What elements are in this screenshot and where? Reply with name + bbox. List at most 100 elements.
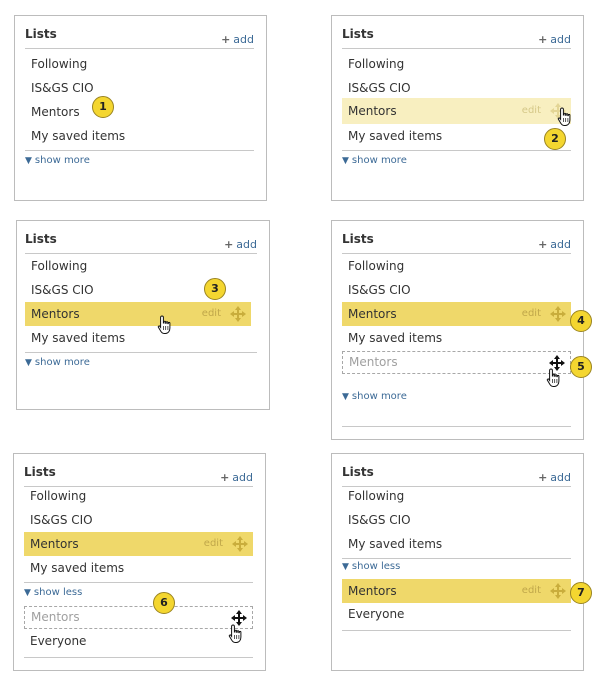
divider [342, 630, 571, 631]
lists-title: Lists [25, 27, 57, 41]
step-badge-2: 2 [544, 128, 566, 150]
triangle-down-icon: ▼ [342, 156, 349, 166]
list-item-everyone[interactable]: Everyone [342, 602, 571, 626]
move-icon[interactable] [231, 535, 249, 553]
item-label: Mentors [348, 584, 397, 598]
lists-header: Lists + add [342, 231, 571, 254]
list-item-everyone[interactable]: Everyone [24, 629, 253, 653]
divider [25, 150, 254, 151]
list-item-following[interactable]: Following [25, 52, 254, 76]
divider [25, 352, 257, 353]
item-label: Following [31, 57, 88, 71]
item-label: IS&GS CIO [31, 81, 94, 95]
item-label: My saved items [348, 331, 443, 345]
show-more-link[interactable]: ▼ show more [342, 391, 407, 402]
list-item-mentors-hover[interactable]: Mentors edit [342, 98, 571, 124]
edit-link[interactable]: edit [522, 579, 541, 603]
edit-link[interactable]: edit [202, 302, 221, 326]
show-less-link[interactable]: ▼ show less [342, 561, 400, 572]
item-label: My saved items [348, 129, 443, 143]
edit-link[interactable]: edit [522, 302, 541, 326]
plus-icon: + [538, 238, 548, 251]
list-item-isgs-cio[interactable]: IS&GS CIO [24, 508, 253, 532]
item-label: Mentors [30, 537, 79, 551]
add-list-link[interactable]: + add [538, 33, 571, 46]
item-label: IS&GS CIO [31, 283, 94, 297]
list-item-following[interactable]: Following [25, 254, 257, 278]
move-icon[interactable] [549, 582, 567, 600]
lists-header: Lists + add [25, 231, 257, 254]
list-item-following[interactable]: Following [342, 484, 571, 508]
list-item-isgs-cio[interactable]: IS&GS CIO [342, 76, 571, 100]
item-label: My saved items [31, 129, 126, 143]
edit-link[interactable]: edit [522, 98, 541, 124]
drag-ghost-mentors[interactable]: Mentors [342, 351, 571, 374]
triangle-down-icon: ▼ [25, 156, 32, 166]
list-item-my-saved-items[interactable]: My saved items [342, 124, 571, 148]
step-badge-3: 3 [204, 278, 226, 300]
list-item-my-saved-items[interactable]: My saved items [25, 124, 254, 148]
lists-panel-4: Lists + add Following IS&GS CIO Mentors e… [331, 220, 584, 440]
list-item-isgs-cio[interactable]: IS&GS CIO [25, 76, 254, 100]
add-label: add [550, 33, 571, 46]
step-badge-1: 1 [92, 96, 114, 118]
item-label: My saved items [30, 561, 125, 575]
list-item-isgs-cio[interactable]: IS&GS CIO [342, 278, 571, 302]
lists-title: Lists [342, 27, 374, 41]
add-label: add [233, 33, 254, 46]
list-item-following[interactable]: Following [342, 254, 571, 278]
ghost-label: Mentors [31, 610, 80, 624]
list-item-isgs-cio[interactable]: IS&GS CIO [342, 508, 571, 532]
list-item-following[interactable]: Following [342, 52, 571, 76]
add-list-link[interactable]: + add [221, 33, 254, 46]
show-less-link[interactable]: ▼ show less [24, 587, 82, 598]
show-more-label: show more [351, 155, 407, 166]
move-icon[interactable] [549, 305, 567, 323]
show-more-label: show more [351, 391, 407, 402]
show-more-link[interactable]: ▼ show more [342, 155, 407, 166]
triangle-down-icon: ▼ [25, 358, 32, 368]
list-item-following[interactable]: Following [24, 484, 253, 508]
lists-header: Lists + add [342, 26, 571, 49]
add-label: add [236, 238, 257, 251]
list-item-mentors-selected[interactable]: Mentors edit [25, 302, 251, 326]
plus-icon: + [221, 33, 231, 46]
add-label: add [550, 471, 571, 484]
ghost-label: Mentors [349, 355, 398, 369]
add-list-link[interactable]: + add [538, 471, 571, 484]
item-label: Following [348, 259, 405, 273]
list-item-my-saved-items[interactable]: My saved items [342, 326, 571, 350]
add-list-link[interactable]: + add [538, 238, 571, 251]
edit-link[interactable]: edit [204, 532, 223, 556]
list-item-mentors-selected[interactable]: Mentors edit [342, 302, 571, 326]
list-item-my-saved-items[interactable]: My saved items [25, 326, 257, 350]
move-icon[interactable] [229, 305, 247, 323]
plus-icon: + [538, 33, 548, 46]
add-list-link[interactable]: + add [220, 471, 253, 484]
list-item-my-saved-items[interactable]: My saved items [24, 556, 253, 580]
drag-ghost-mentors[interactable]: Mentors [24, 606, 253, 629]
divider [342, 558, 571, 559]
item-label: My saved items [348, 537, 443, 551]
add-label: add [550, 238, 571, 251]
list-item-mentors[interactable]: Mentors [25, 100, 254, 124]
list-item-mentors-dropped[interactable]: Mentors edit [342, 579, 571, 603]
show-less-label: show less [33, 587, 83, 598]
lists-title: Lists [342, 465, 374, 479]
item-label: Mentors [348, 104, 397, 118]
lists-title: Lists [25, 232, 57, 246]
list-item-my-saved-items[interactable]: My saved items [342, 532, 571, 556]
list-item-mentors-selected[interactable]: Mentors edit [24, 532, 253, 556]
hand-cursor-icon [557, 107, 571, 126]
show-more-link[interactable]: ▼ show more [25, 357, 90, 368]
triangle-down-icon: ▼ [342, 562, 349, 572]
step-badge-6: 6 [153, 592, 175, 614]
show-more-link[interactable]: ▼ show more [25, 155, 90, 166]
divider [342, 426, 571, 427]
item-label: Mentors [31, 105, 80, 119]
add-label: add [232, 471, 253, 484]
step-badge-7: 7 [570, 582, 592, 604]
triangle-down-icon: ▼ [342, 392, 349, 402]
add-list-link[interactable]: + add [224, 238, 257, 251]
lists-title: Lists [24, 465, 56, 479]
